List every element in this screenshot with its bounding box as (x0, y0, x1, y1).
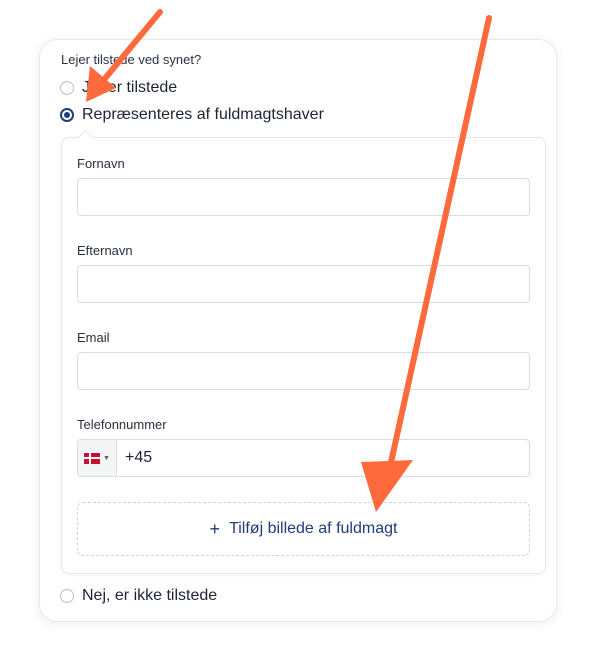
phone-input-group[interactable]: ▼ +45 (77, 439, 530, 477)
radio-button[interactable] (60, 589, 74, 603)
last-name-label: Efternavn (77, 243, 133, 258)
chevron-down-icon: ▼ (103, 454, 110, 462)
country-code-select[interactable]: ▼ (78, 440, 117, 476)
radio-option-present[interactable]: Ja, er tilstede (60, 79, 177, 97)
phone-label: Telefonnummer (77, 417, 167, 432)
denmark-flag-icon (84, 452, 101, 464)
plus-icon: + (209, 519, 221, 539)
add-proxy-image-button[interactable]: + Tilføj billede af fuldmagt (77, 502, 530, 556)
radio-label: Nej, er ikke tilstede (82, 587, 218, 604)
radio-label: Repræsenteres af fuldmagtshaver (82, 106, 324, 123)
last-name-input[interactable] (77, 265, 530, 303)
radio-option-proxy[interactable]: Repræsenteres af fuldmagtshaver (60, 106, 324, 124)
phone-input[interactable]: +45 (117, 449, 152, 467)
email-label: Email (77, 330, 110, 345)
radio-label: Ja, er tilstede (82, 79, 178, 96)
first-name-input[interactable] (77, 178, 530, 216)
radio-button[interactable] (60, 81, 74, 95)
first-name-label: Fornavn (77, 156, 125, 171)
radio-button-selected[interactable] (60, 108, 74, 122)
question-label: Lejer tilstede ved synet? (61, 52, 202, 67)
radio-option-not-present[interactable]: Nej, er ikke tilstede (60, 587, 217, 605)
email-input[interactable] (77, 352, 530, 390)
add-proxy-image-label: Tilføj billede af fuldmagt (229, 520, 398, 537)
